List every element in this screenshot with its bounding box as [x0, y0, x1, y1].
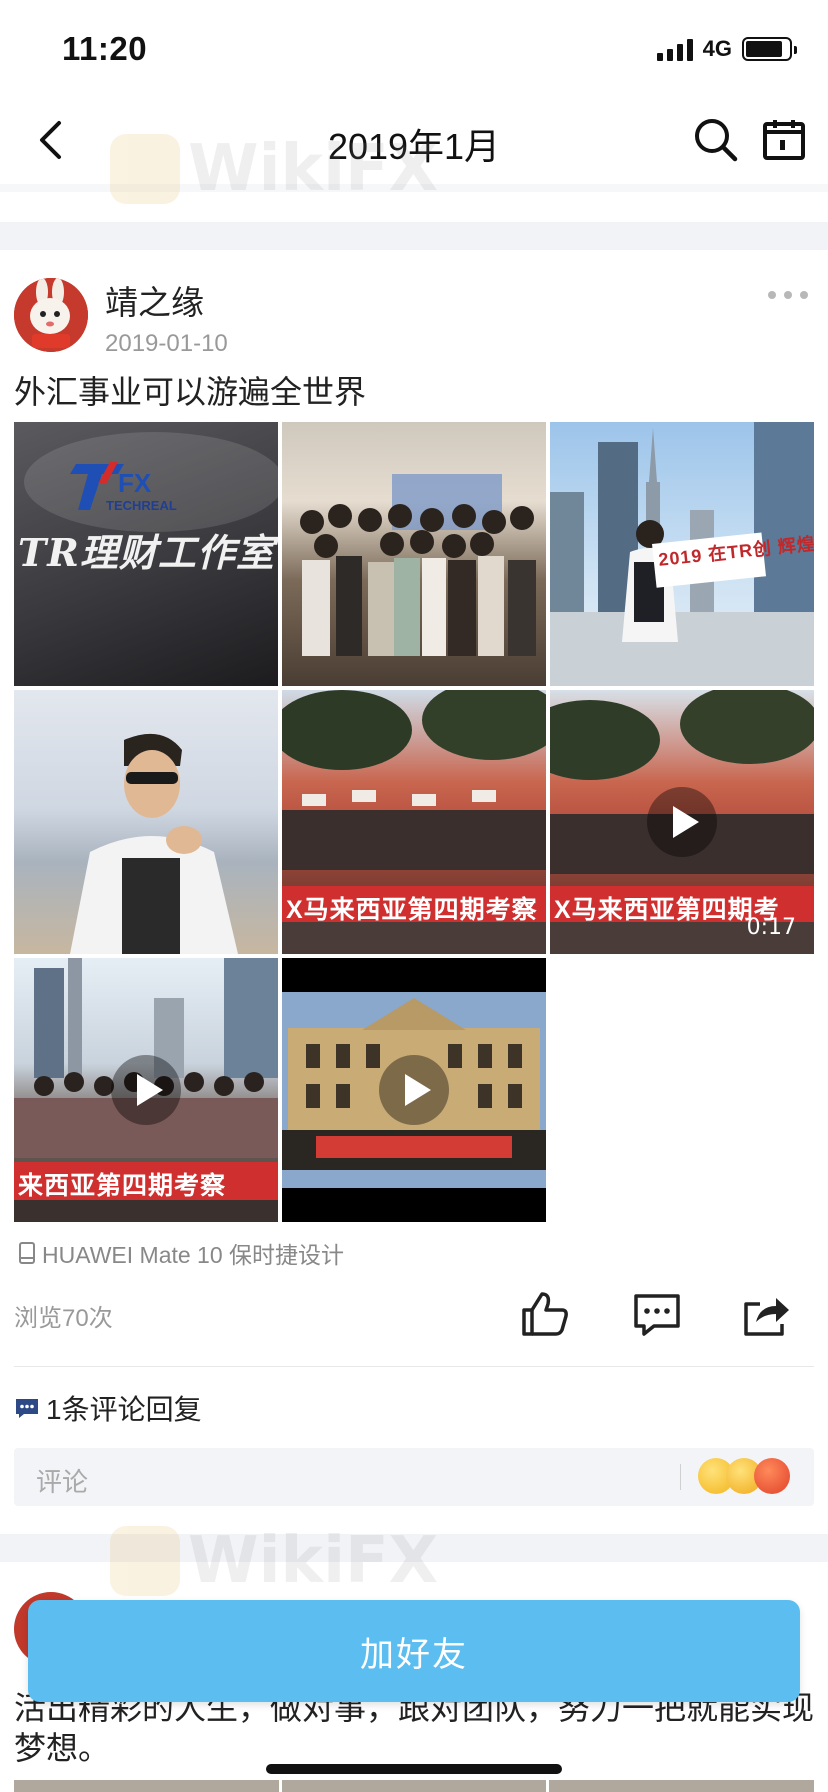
avatar[interactable] — [14, 278, 88, 352]
video-thumbnail[interactable] — [282, 958, 546, 1222]
photo-thumbnail[interactable]: X马来西亚第四期考察 — [282, 690, 546, 954]
section-divider — [0, 1534, 828, 1562]
author-name[interactable]: 靖之缘 — [105, 276, 204, 324]
comment-count-label: 1条评论回复 — [46, 1394, 202, 1425]
group-people-illustration — [300, 504, 536, 656]
photo-grid: FX TECHREAL TR理财工作室 2019 在TR创 辉煌 X马来西亚第四… — [14, 422, 814, 1222]
status-time: 11:20 — [62, 30, 148, 67]
rabbit-avatar-icon — [14, 278, 88, 352]
divider — [680, 1464, 681, 1490]
photo-thumbnail[interactable] — [14, 690, 278, 954]
nav-bar: 2019年1月 — [0, 96, 828, 184]
status-indicators: 4G — [656, 36, 797, 62]
comment-button[interactable] — [632, 1290, 682, 1338]
play-icon[interactable] — [111, 1055, 181, 1125]
calendar-button[interactable] — [760, 116, 808, 164]
video-thumbnail[interactable]: 来西亚第四期考察 — [14, 958, 278, 1222]
play-icon[interactable] — [379, 1055, 449, 1125]
share-button[interactable] — [742, 1290, 792, 1338]
svg-text:TECHREAL: TECHREAL — [106, 498, 177, 513]
home-indicator[interactable] — [266, 1764, 562, 1774]
calendar-icon — [763, 120, 805, 160]
section-divider — [0, 222, 828, 250]
post-date: 2019-01-10 — [105, 330, 228, 357]
photo-caption: X马来西亚第四期考察 — [286, 896, 538, 924]
more-options-icon[interactable] — [768, 288, 808, 302]
search-icon — [695, 119, 738, 162]
device-name: HUAWEI Mate 10 保时捷设计 — [42, 1242, 345, 1268]
comment-count: 1条评论回复 — [14, 1388, 202, 1428]
post-text: 外汇事业可以游遍全世界 — [14, 374, 367, 410]
comment-bubble-icon — [16, 1399, 38, 1418]
photo-thumbnail[interactable]: 2019 在TR创 辉煌 — [550, 422, 814, 686]
comment-input[interactable]: 评论 — [14, 1448, 814, 1506]
search-button[interactable] — [690, 114, 742, 166]
photo-caption: TR理财工作室 — [18, 530, 275, 575]
like-button[interactable] — [520, 1290, 570, 1338]
person-portrait-illustration — [70, 733, 238, 954]
thumbs-up-icon — [522, 1292, 568, 1336]
device-info: HUAWEI Mate 10 保时捷设计 — [18, 1236, 344, 1270]
network-label: 4G — [702, 36, 732, 61]
video-thumbnail[interactable]: X马来西亚第四期考 0:17 — [550, 690, 814, 954]
section-divider — [0, 184, 828, 192]
photo-thumbnail[interactable] — [282, 422, 546, 686]
photo-thumbnail[interactable]: FX TECHREAL TR理财工作室 — [14, 422, 278, 686]
signal-icon — [656, 37, 693, 61]
status-bar: 11:20 4G — [0, 0, 828, 96]
angry-emoji-icon[interactable] — [754, 1458, 790, 1494]
play-icon[interactable] — [647, 787, 717, 857]
photo-grid — [14, 1780, 815, 1792]
divider — [14, 1366, 814, 1367]
share-icon — [744, 1298, 789, 1336]
view-count: 浏览70次 — [14, 1305, 113, 1332]
comment-placeholder: 评论 — [36, 1467, 89, 1497]
phone-icon — [19, 1242, 35, 1264]
photo-caption: 来西亚第四期考察 — [18, 1172, 227, 1200]
comment-icon — [634, 1294, 680, 1336]
battery-icon — [742, 37, 797, 61]
add-friend-button[interactable]: 加好友 — [28, 1600, 800, 1702]
svg-text:FX: FX — [118, 468, 152, 498]
video-duration: 0:17 — [746, 915, 796, 940]
